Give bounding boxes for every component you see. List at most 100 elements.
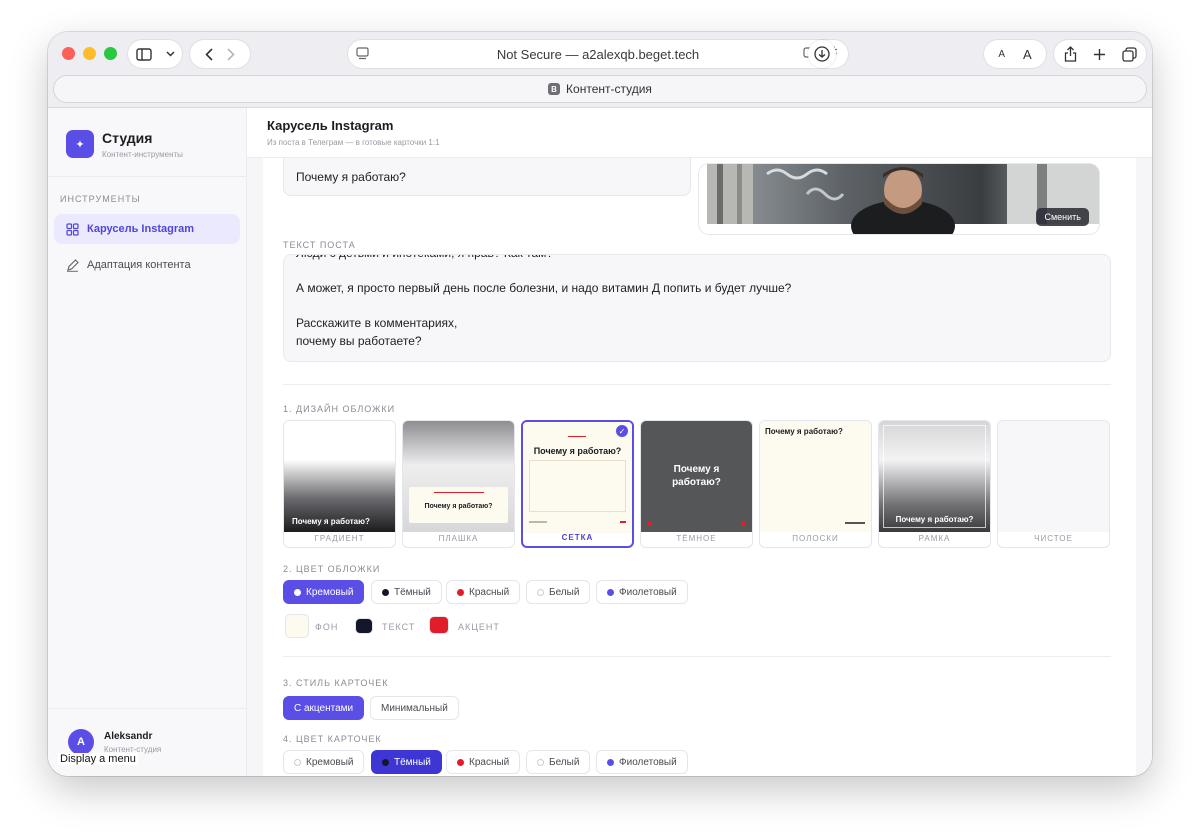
window-actions: [1054, 40, 1146, 68]
cover-color-white[interactable]: Белый: [526, 580, 591, 604]
text-size-controls: A A: [984, 40, 1046, 68]
background-color-swatch[interactable]: [285, 614, 309, 638]
preview-text: Почему я работаю?: [895, 515, 974, 524]
color-dot: [382, 758, 389, 766]
card-color-violet[interactable]: Фиолетовый: [596, 750, 688, 774]
cover-design-label: 1. ДИЗАЙН ОБЛОЖКИ: [283, 404, 396, 414]
sidebar-section-title: ИНСТРУМЕНТЫ: [60, 194, 141, 204]
card-color-white[interactable]: Белый: [526, 750, 591, 774]
color-dot: [607, 758, 614, 766]
grid-icon: [66, 222, 79, 236]
page-subtitle: Из поста в Телеграм — в готовые карточки…: [267, 138, 440, 147]
cover-design-clean[interactable]: ЧИСТОЕ: [997, 420, 1110, 548]
active-tab[interactable]: B Контент-студия: [54, 76, 1146, 102]
post-lines: Люди с детьми и ипотеками, я прав? Как т…: [296, 255, 792, 350]
logo-icon: ✦: [66, 130, 94, 158]
preview-text: Почему я работаю?: [292, 517, 370, 526]
cover-design-frame[interactable]: Почему я работаю? РАМКА: [878, 420, 991, 548]
divider: [283, 656, 1111, 657]
color-dot: [457, 758, 464, 766]
card-color-cream[interactable]: Кремовый: [283, 750, 365, 774]
new-tab-icon[interactable]: [1093, 48, 1106, 61]
card-style-label: 3. СТИЛЬ КАРТОЧЕК: [283, 678, 389, 688]
chip-label: Красный: [469, 756, 510, 768]
chip-label: Кремовый: [306, 586, 354, 598]
cover-color-violet[interactable]: Фиолетовый: [596, 580, 688, 604]
decrease-font-button[interactable]: A: [998, 49, 1005, 60]
card-color-dark[interactable]: Тёмный: [371, 750, 442, 774]
sidebar-item-label: Карусель Instagram: [87, 223, 194, 235]
cover-design-dark[interactable]: Почему я работаю? ТЁМНОЕ: [640, 420, 753, 548]
chip-label: Белый: [549, 756, 580, 768]
post-line: [296, 298, 791, 316]
plate-preview: Почему я работаю?: [403, 421, 514, 532]
back-icon[interactable]: [205, 47, 213, 61]
brand-name: Студия: [102, 130, 153, 146]
close-window-button[interactable]: [62, 47, 75, 60]
color-dot: [294, 758, 301, 766]
tab-overview-icon[interactable]: [1121, 46, 1137, 62]
forward-icon[interactable]: [227, 47, 235, 61]
color-dot: [382, 588, 389, 596]
avatar: A: [68, 729, 94, 755]
url-text: Not Secure — a2alexqb.beget.tech: [496, 46, 700, 62]
cover-color-red[interactable]: Красный: [446, 580, 521, 604]
page-header: Карусель Instagram Из поста в Телеграм —…: [247, 108, 1152, 158]
cover-design-gradient[interactable]: Почему я работаю? ГРАДИЕНТ: [283, 420, 396, 548]
sidebar-toggle-button[interactable]: [128, 40, 182, 68]
window-controls: [62, 47, 117, 60]
post-textarea[interactable]: Люди с детьми и ипотеками, я прав? Как т…: [283, 254, 1111, 362]
minimize-window-button[interactable]: [83, 47, 96, 60]
sidebar-item-label: Адаптация контента: [87, 259, 191, 271]
chip-label: Тёмный: [394, 586, 431, 598]
color-dot: [457, 588, 464, 596]
brand-subtitle: Контент-инструменты: [102, 150, 183, 159]
change-photo-button[interactable]: Сменить: [1036, 208, 1089, 226]
chevron-down-icon: [165, 51, 175, 57]
chip-label: Тёмный: [394, 756, 431, 768]
clean-preview: [998, 421, 1109, 532]
color-dot: [537, 758, 544, 766]
card-style-minimal[interactable]: Минимальный: [370, 696, 459, 720]
accent-color-swatch[interactable]: [429, 616, 449, 634]
text-color-swatch[interactable]: [355, 618, 373, 634]
zoom-window-button[interactable]: [104, 47, 117, 60]
design-name: ГРАДИЕНТ: [314, 534, 365, 543]
check-icon: ✓: [616, 425, 628, 437]
post-line: почему вы работаете?: [296, 333, 422, 348]
card-color-red[interactable]: Красный: [446, 750, 521, 774]
design-name: ЧИСТОЕ: [1034, 534, 1073, 543]
post-line: А может, я просто первый день после боле…: [296, 281, 792, 295]
preview-text: Почему я работаю?: [765, 427, 843, 436]
cover-color-cream[interactable]: Кремовый: [283, 580, 365, 604]
share-icon[interactable]: [1064, 46, 1077, 62]
sidebar-item-carousel[interactable]: Карусель Instagram: [54, 214, 240, 244]
page-title: Карусель Instagram: [267, 118, 394, 133]
card-style-accents[interactable]: С акцентами: [283, 696, 365, 720]
sidebar-item-adaptation[interactable]: Адаптация контента: [54, 250, 240, 280]
download-icon: [814, 46, 830, 62]
chip-label: Белый: [549, 586, 580, 598]
tooltip: Display a menu: [58, 753, 138, 765]
preview-text: Почему я работаю?: [672, 464, 721, 488]
color-dot: [537, 588, 544, 596]
browser-toolbar: Not Secure — a2alexqb.beget.tech A A B К…: [48, 32, 1152, 108]
favicon: B: [548, 83, 561, 95]
history-nav: [190, 40, 250, 68]
address-bar[interactable]: Not Secure — a2alexqb.beget.tech: [348, 40, 848, 68]
chip-label: Фиолетовый: [619, 586, 677, 598]
pen-icon: [67, 258, 79, 272]
increase-font-button[interactable]: A: [1023, 47, 1032, 62]
cover-design-plate[interactable]: Почему я работаю? ПЛАШКА: [402, 420, 515, 548]
page-menu-icon[interactable]: [356, 47, 369, 60]
downloads-button[interactable]: [808, 40, 836, 68]
headline-input[interactable]: Почему я работаю?: [283, 158, 691, 196]
design-name: СЕТКА: [561, 533, 594, 542]
user-name: Aleksandr: [104, 731, 153, 742]
user-profile[interactable]: A Aleksandr Контент-студия Display a men…: [48, 708, 247, 776]
cover-design-stripes[interactable]: Почему я работаю? ПОЛОСКИ: [759, 420, 872, 548]
cover-design-grid[interactable]: Почему я работаю? ✓ СЕТКА: [521, 420, 634, 548]
swatch-label: АКЦЕНТ: [458, 622, 500, 632]
cover-color-dark[interactable]: Тёмный: [371, 580, 442, 604]
chip-label: Кремовый: [306, 756, 354, 768]
